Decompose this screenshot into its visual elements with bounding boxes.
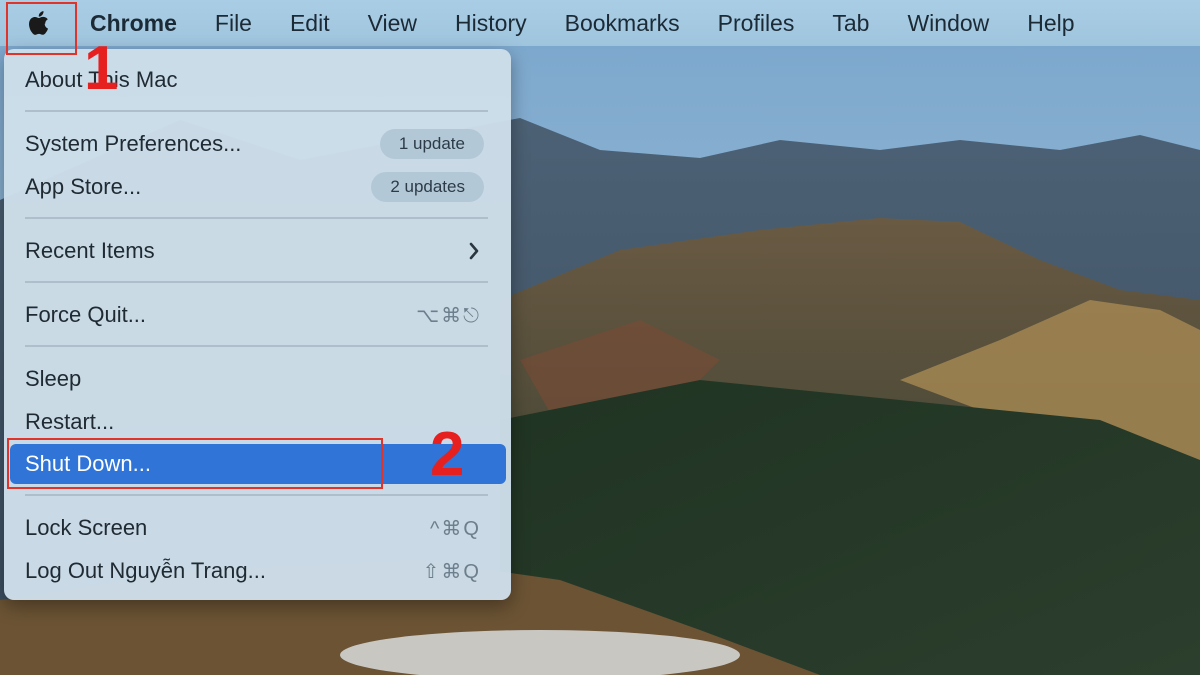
step-number-1: 1 bbox=[84, 34, 119, 103]
apple-dropdown-menu: About This Mac System Preferences... 1 u… bbox=[4, 49, 511, 600]
menu-item-system-preferences[interactable]: System Preferences... 1 update bbox=[4, 124, 511, 164]
menu-item-label: Lock Screen bbox=[25, 515, 148, 540]
callout-box-apple-menu bbox=[6, 2, 77, 55]
menu-item-about-this-mac[interactable]: About This Mac bbox=[4, 60, 511, 100]
menu-item-sleep[interactable]: Sleep bbox=[4, 359, 511, 399]
menu-item-label: App Store... bbox=[25, 174, 142, 199]
keyboard-shortcut: ^⌘Q bbox=[430, 517, 481, 540]
menu-tab[interactable]: Tab bbox=[813, 0, 888, 46]
step-number-2: 2 bbox=[430, 420, 465, 489]
menu-item-recent-items[interactable]: Recent Items bbox=[4, 231, 511, 271]
update-badge: 2 updates bbox=[371, 172, 484, 202]
menu-view[interactable]: View bbox=[349, 0, 436, 46]
menu-bookmarks[interactable]: Bookmarks bbox=[546, 0, 699, 46]
menu-edit[interactable]: Edit bbox=[271, 0, 349, 46]
menu-help[interactable]: Help bbox=[1008, 0, 1093, 46]
keyboard-shortcut: ⌥⌘⎋ bbox=[416, 304, 481, 327]
menu-item-force-quit[interactable]: Force Quit... ⌥⌘⎋ bbox=[4, 295, 511, 335]
menu-separator bbox=[25, 110, 488, 112]
menu-item-label: Sleep bbox=[25, 366, 82, 391]
menu-bar: Chrome File Edit View History Bookmarks … bbox=[0, 0, 1200, 46]
chevron-right-icon bbox=[469, 242, 479, 260]
menu-history[interactable]: History bbox=[436, 0, 546, 46]
menu-window[interactable]: Window bbox=[888, 0, 1008, 46]
menu-item-log-out[interactable]: Log Out Nguyễn Trang... ⇧⌘Q bbox=[4, 551, 511, 591]
menu-item-app-store[interactable]: App Store... 2 updates bbox=[4, 167, 511, 207]
menu-item-label: Restart... bbox=[25, 409, 115, 434]
callout-box-shut-down bbox=[7, 438, 383, 489]
menu-item-label: Recent Items bbox=[25, 238, 155, 263]
menu-item-label: System Preferences... bbox=[25, 131, 242, 156]
menu-item-label: Force Quit... bbox=[25, 302, 147, 327]
menu-file[interactable]: File bbox=[196, 0, 271, 46]
menu-separator bbox=[25, 217, 488, 219]
menu-separator bbox=[25, 345, 488, 347]
menu-separator bbox=[25, 281, 488, 283]
update-badge: 1 update bbox=[379, 129, 484, 159]
menu-separator bbox=[25, 494, 488, 496]
keyboard-shortcut: ⇧⌘Q bbox=[422, 560, 481, 583]
menu-item-lock-screen[interactable]: Lock Screen ^⌘Q bbox=[4, 508, 511, 548]
menu-item-label: Log Out Nguyễn Trang... bbox=[25, 558, 266, 583]
menu-profiles[interactable]: Profiles bbox=[699, 0, 814, 46]
